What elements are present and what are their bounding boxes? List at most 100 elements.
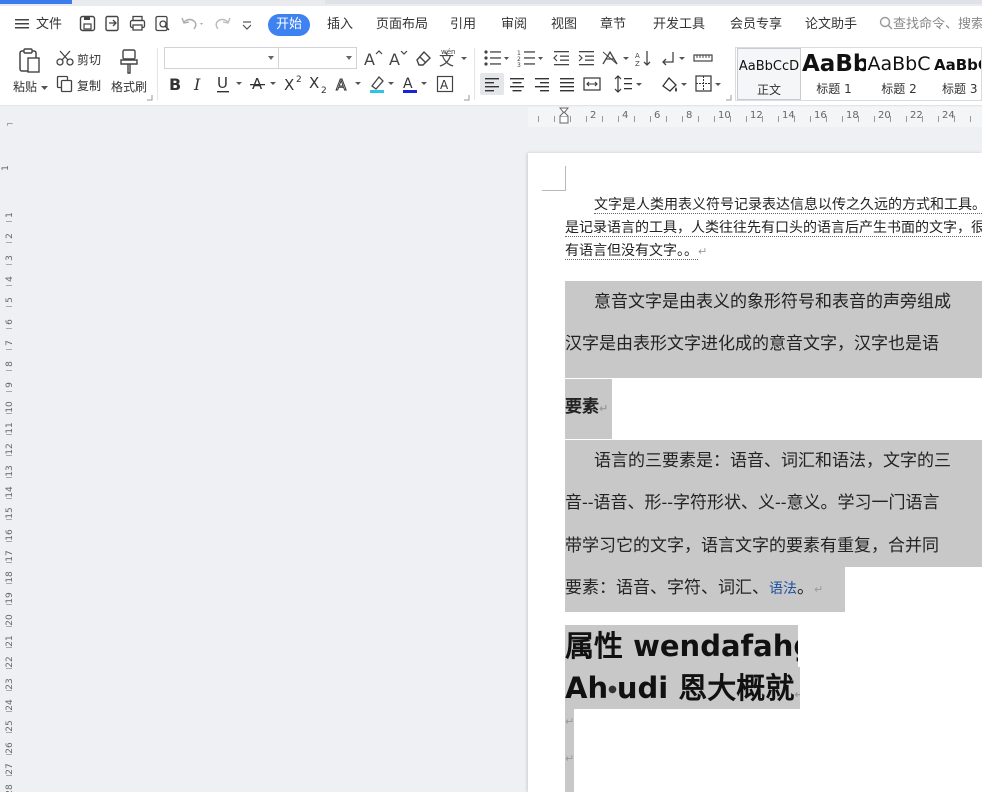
save-icon[interactable]	[79, 15, 96, 35]
tab-view[interactable]: 视图	[551, 15, 577, 35]
svg-text:I: I	[193, 75, 201, 93]
ruler-tick	[6, 242, 12, 244]
heading-attribute: 属性 wendafahg↵	[565, 625, 798, 667]
tab-review[interactable]: 审阅	[501, 15, 527, 35]
ruler-tick	[778, 116, 779, 122]
sort-icon[interactable]: AZ	[634, 48, 654, 68]
chinese-layout-icon[interactable]	[601, 48, 631, 68]
show-hide-marks-icon[interactable]	[659, 48, 687, 68]
tab-home[interactable]: 开始	[268, 14, 310, 36]
ruler-number: 10	[718, 110, 731, 121]
ruler-tick	[602, 116, 603, 122]
cut-button[interactable]: 剪切	[77, 51, 101, 68]
style-heading-3[interactable]: AaBbC 标题 3	[932, 48, 981, 100]
format-painter-button[interactable]: 格式刷	[111, 78, 147, 95]
redo-icon[interactable]	[215, 15, 232, 35]
character-border-icon[interactable]: A	[435, 74, 455, 94]
line-spacing-icon[interactable]	[614, 73, 644, 95]
svg-text:2: 2	[321, 86, 327, 94]
clear-formatting-icon[interactable]	[413, 48, 433, 68]
styles-gallery: AaBbCcD 正文 AaBb 标题 1 AaBbC 标题 2 AaBbC 标题…	[735, 47, 982, 101]
justify-icon[interactable]	[556, 73, 578, 95]
vertical-ruler[interactable]: 1 2 3 4 5 6 7 8 9 10 11 12 13 14 15 16 17 18 19 20 21 22 23 24 2…	[0, 152, 18, 792]
strikethrough-icon[interactable]: A	[250, 74, 278, 94]
paste-dropdown-icon[interactable]	[40, 84, 48, 92]
paragraph-3-heading: 要素↵	[565, 397, 609, 417]
align-left-icon[interactable]	[480, 73, 504, 95]
grammar-link[interactable]: 语法	[769, 581, 797, 597]
ruler-number: 9	[5, 382, 15, 389]
paragraph-launcher-icon[interactable]	[726, 95, 732, 101]
numbered-list-icon[interactable]: 123	[517, 48, 545, 68]
superscript-icon[interactable]: X2	[283, 74, 305, 94]
highlight-color-icon[interactable]	[368, 74, 396, 94]
shading-icon[interactable]	[659, 73, 689, 95]
subscript-icon[interactable]: X2	[308, 74, 330, 94]
document-page[interactable]: 文字是人类用表义符号记录表达信息以传之久远的方式和工具。 是记录语言的工具，人类…	[528, 153, 982, 792]
align-right-icon[interactable]	[531, 73, 553, 95]
tab-thesis-assistant[interactable]: 论文助手	[805, 15, 857, 35]
font-color-icon[interactable]: A	[401, 74, 429, 94]
ruler-tick	[6, 455, 12, 457]
ruler-tick	[6, 519, 12, 521]
clipboard-launcher-icon[interactable]	[147, 95, 153, 101]
style-heading-2[interactable]: AaBbC 标题 2	[867, 48, 931, 100]
file-menu[interactable]: 文件	[36, 15, 62, 35]
tab-developer-tools[interactable]: 开发工具	[653, 15, 705, 35]
font-name-dropdown[interactable]	[164, 47, 279, 69]
cut-icon[interactable]	[56, 49, 74, 67]
style-normal[interactable]: AaBbCcD 正文	[737, 48, 801, 100]
bold-icon[interactable]: B	[166, 74, 184, 94]
tab-references[interactable]: 引用	[450, 15, 476, 35]
svg-text:3: 3	[517, 62, 521, 68]
phonetic-guide-icon[interactable]: 文 wén	[438, 47, 468, 69]
style-heading-1[interactable]: AaBb 标题 1	[802, 48, 866, 100]
increase-font-size-icon[interactable]: A	[363, 48, 383, 68]
horizontal-ruler[interactable]: 2 4 6 8 10 12 14 16 18 20 22 24	[528, 107, 982, 127]
increase-indent-icon[interactable]	[576, 48, 596, 68]
ruler-number: 12	[750, 110, 763, 121]
ruler-tick	[618, 116, 619, 122]
command-search[interactable]: 查找命令、搜索	[879, 15, 982, 35]
paste-icon[interactable]	[16, 47, 42, 75]
underline-icon[interactable]: U	[214, 74, 244, 94]
tab-stops-icon[interactable]	[693, 48, 713, 68]
ruler-tick	[6, 583, 12, 585]
format-painter-icon[interactable]	[117, 47, 141, 75]
decrease-font-size-icon[interactable]: A	[388, 48, 408, 68]
hamburger-menu-icon[interactable]	[15, 18, 29, 33]
italic-icon[interactable]: I	[190, 74, 208, 94]
ruler-tick	[586, 116, 587, 122]
ruler-tick	[554, 116, 555, 122]
paragraph-1-line-3: 有语言但没有文字。。↵	[565, 243, 708, 260]
ruler-number: 14	[782, 110, 795, 121]
print-icon[interactable]	[129, 15, 146, 35]
text-effect-icon[interactable]: A	[335, 74, 363, 94]
ruler-tick	[6, 561, 12, 563]
decrease-indent-icon[interactable]	[551, 48, 571, 68]
tab-sections[interactable]: 章节	[600, 15, 626, 35]
style-name: 标题 3	[942, 82, 978, 96]
copy-button[interactable]: 复制	[77, 77, 101, 94]
ruler-number: 10	[5, 400, 15, 413]
font-launcher-icon[interactable]	[464, 95, 470, 101]
bullet-list-icon[interactable]	[483, 48, 511, 68]
tab-insert[interactable]: 插入	[327, 15, 353, 35]
ruler-number: 18	[846, 110, 859, 121]
undo-icon[interactable]	[180, 15, 206, 35]
ruler-tick	[6, 689, 12, 691]
ruler-number: 8	[5, 361, 15, 367]
print-preview-icon[interactable]	[154, 15, 171, 35]
tab-page-layout[interactable]: 页面布局	[376, 15, 428, 35]
tab-member[interactable]: 会员专享	[730, 15, 782, 35]
svg-text:A: A	[336, 76, 347, 94]
distributed-align-icon[interactable]	[581, 73, 603, 95]
copy-icon[interactable]	[56, 75, 74, 93]
paste-button[interactable]: 粘贴	[13, 78, 37, 95]
align-center-icon[interactable]	[506, 73, 528, 95]
indent-marker-icon[interactable]	[557, 107, 587, 127]
borders-icon[interactable]	[694, 73, 724, 95]
customize-quick-access-icon[interactable]	[242, 19, 252, 33]
font-size-dropdown[interactable]	[278, 47, 357, 69]
export-pdf-icon[interactable]	[104, 15, 121, 35]
